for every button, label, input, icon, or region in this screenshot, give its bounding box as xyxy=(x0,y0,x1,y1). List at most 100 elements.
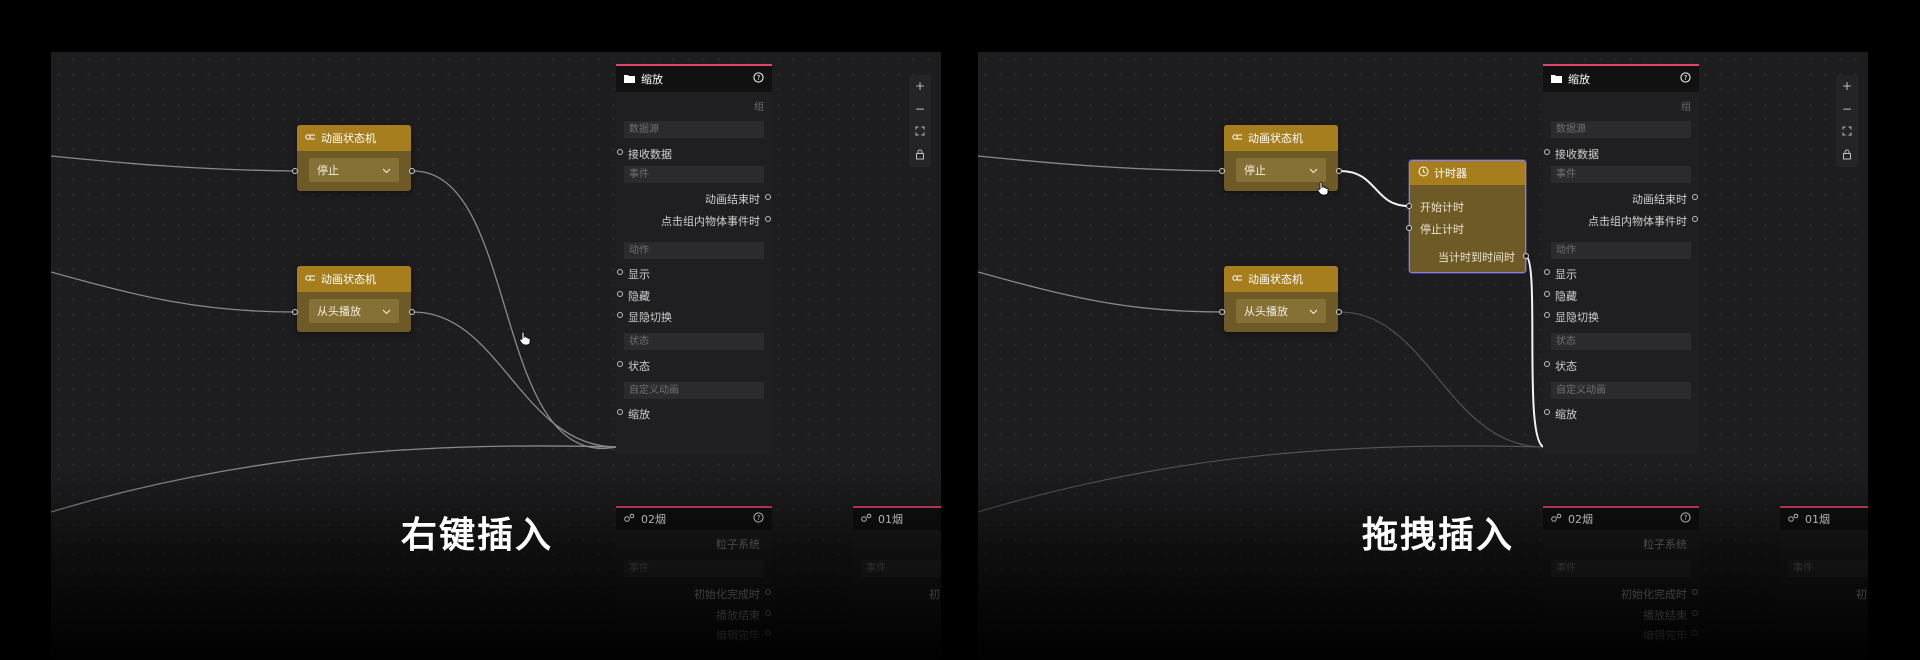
port-stop-timer[interactable]: 停止计时 xyxy=(1420,221,1464,237)
port-state[interactable]: 状态 xyxy=(617,358,650,374)
clock-icon xyxy=(1418,166,1429,180)
lock-icon[interactable] xyxy=(1842,149,1852,162)
output-port[interactable] xyxy=(409,168,415,174)
animation-state-machine-node[interactable]: 动画状态机 从头播放 xyxy=(297,266,411,332)
state-select-value: 停止 xyxy=(317,164,339,177)
port-event-init[interactable]: 初始化完成时 xyxy=(694,586,771,602)
section-event: 事件 xyxy=(624,166,764,183)
chevron-down-icon xyxy=(382,305,391,318)
inspector-panel-smoke01[interactable]: 01烟 事件 初 xyxy=(1780,506,1868,656)
fit-view-icon[interactable] xyxy=(915,126,925,138)
caption-right-click-insert: 右键插入 xyxy=(401,515,554,556)
state-select-value: 停止 xyxy=(1244,164,1266,177)
input-port[interactable] xyxy=(1406,225,1412,231)
timer-title: 计时器 xyxy=(1434,167,1467,180)
inspector-panel-smoke01[interactable]: 01烟 事件 初 xyxy=(853,506,941,656)
port-action-hide[interactable]: 隐藏 xyxy=(617,288,650,304)
port-scale[interactable]: 缩放 xyxy=(617,406,650,422)
group-label: 组 xyxy=(754,102,764,113)
zoom-out-icon[interactable]: − xyxy=(1842,103,1852,115)
hand-cursor-icon xyxy=(1317,181,1329,200)
state-select[interactable]: 从头播放 xyxy=(1236,299,1326,323)
zoom-out-icon[interactable]: − xyxy=(915,103,925,115)
section-event: 事件 xyxy=(1551,166,1691,183)
svg-text:?: ? xyxy=(757,514,761,522)
help-icon[interactable]: ? xyxy=(1680,72,1691,86)
input-port[interactable] xyxy=(1219,309,1225,315)
panel-title: 01烟 xyxy=(1805,513,1830,526)
port-event-edit-done[interactable]: 编辑完毕 xyxy=(1643,627,1698,643)
port-receive-data[interactable]: 接收数据 xyxy=(617,146,672,162)
port-event-click-group[interactable]: 点击组内物体事件时 xyxy=(661,213,771,229)
section-event: 事件 xyxy=(1551,560,1691,577)
section-data-source: 数据源 xyxy=(624,121,764,138)
animation-state-machine-node[interactable]: 动画状态机 停止 xyxy=(297,125,411,191)
input-port[interactable] xyxy=(1406,203,1412,209)
state-select[interactable]: 从头播放 xyxy=(309,299,399,323)
folder-icon xyxy=(624,73,635,86)
port-timer-reached[interactable]: 当计时到时间时 xyxy=(1438,249,1515,265)
port-action-show[interactable]: 显示 xyxy=(1544,266,1577,282)
zoom-in-icon[interactable]: + xyxy=(915,80,925,92)
fit-view-icon[interactable] xyxy=(1842,126,1852,138)
inspector-panel-scale[interactable]: 缩放 ? 组 数据源 接收数据 事件 动画结束时 点击组内物体事件时 动作 显示… xyxy=(616,64,772,454)
port-state[interactable]: 状态 xyxy=(1544,358,1577,374)
inspector-title: 缩放 xyxy=(641,73,663,86)
section-event: 事件 xyxy=(624,560,764,577)
port-event-init[interactable]: 初始化完成时 xyxy=(1621,586,1698,602)
inspector-panel-scale[interactable]: 缩放 ? 组 数据源 接收数据 事件 动画结束时 点击组内物体事件时 动作 显示… xyxy=(1543,64,1699,454)
timer-node[interactable]: 计时器 开始计时 停止计时 当计时到时间时 xyxy=(1409,160,1526,273)
zoom-controls: + − xyxy=(909,75,931,167)
port-action-toggle[interactable]: 显隐切换 xyxy=(1544,309,1599,325)
section-event: 事件 xyxy=(861,560,941,577)
partial-event: 初 xyxy=(929,588,940,601)
port-event-edit-done[interactable]: 编辑完毕 xyxy=(716,627,771,643)
graph-canvas-left[interactable]: 动画状态机 停止 动画状态机 从头播放 缩放 ? 组 数据源 接收数据 事件 动… xyxy=(51,52,941,660)
output-port[interactable] xyxy=(1523,253,1529,259)
output-port[interactable] xyxy=(1336,309,1342,315)
lock-icon[interactable] xyxy=(915,149,925,162)
port-event-click-group[interactable]: 点击组内物体事件时 xyxy=(1588,213,1698,229)
port-action-toggle[interactable]: 显隐切换 xyxy=(617,309,672,325)
chevron-down-icon xyxy=(1309,164,1318,177)
section-state: 状态 xyxy=(624,333,764,350)
port-receive-data[interactable]: 接收数据 xyxy=(1544,146,1599,162)
panel-subtitle: 粒子系统 xyxy=(716,538,760,551)
panel-title: 02烟 xyxy=(641,513,666,526)
port-start-timer[interactable]: 开始计时 xyxy=(1420,199,1464,215)
graph-canvas-right[interactable]: 动画状态机 停止 动画状态机 从头播放 计时器 开始计时 停止计时 当计时到时间… xyxy=(978,52,1868,660)
partial-event: 初 xyxy=(1856,588,1867,601)
zoom-in-icon[interactable]: + xyxy=(1842,80,1852,92)
svg-text:?: ? xyxy=(1684,74,1688,82)
inspector-panel-smoke02[interactable]: 02烟 ? 粒子系统 事件 初始化完成时 播放结束 编辑完毕 xyxy=(1543,506,1699,656)
animation-state-machine-node[interactable]: 动画状态机 从头播放 xyxy=(1224,266,1338,332)
port-event-play-end[interactable]: 播放结束 xyxy=(1643,607,1698,623)
input-port[interactable] xyxy=(292,309,298,315)
port-event-play-end[interactable]: 播放结束 xyxy=(716,607,771,623)
section-data-source: 数据源 xyxy=(1551,121,1691,138)
zoom-controls: + − xyxy=(1836,75,1858,167)
inspector-panel-smoke02[interactable]: 02烟 ? 粒子系统 事件 初始化完成时 播放结束 编辑完毕 xyxy=(616,506,772,656)
state-select[interactable]: 停止 xyxy=(309,158,399,182)
input-port[interactable] xyxy=(1219,168,1225,174)
folder-icon xyxy=(1551,73,1562,86)
output-port[interactable] xyxy=(409,309,415,315)
section-state: 状态 xyxy=(1551,333,1691,350)
section-custom-animation: 自定义动画 xyxy=(624,382,764,399)
particle-icon xyxy=(1788,513,1799,526)
port-event-anim-end[interactable]: 动画结束时 xyxy=(1632,191,1698,207)
state-select-value: 从头播放 xyxy=(1244,305,1288,318)
help-icon[interactable]: ? xyxy=(1680,512,1691,526)
port-action-show[interactable]: 显示 xyxy=(617,266,650,282)
state-machine-icon xyxy=(1232,273,1243,286)
node-title: 动画状态机 xyxy=(321,132,376,145)
port-action-hide[interactable]: 隐藏 xyxy=(1544,288,1577,304)
port-scale[interactable]: 缩放 xyxy=(1544,406,1577,422)
state-select[interactable]: 停止 xyxy=(1236,158,1326,182)
port-event-anim-end[interactable]: 动画结束时 xyxy=(705,191,771,207)
output-port[interactable] xyxy=(1336,168,1342,174)
help-icon[interactable]: ? xyxy=(753,72,764,86)
input-port[interactable] xyxy=(292,168,298,174)
help-icon[interactable]: ? xyxy=(753,512,764,526)
hand-cursor-icon xyxy=(519,331,531,350)
